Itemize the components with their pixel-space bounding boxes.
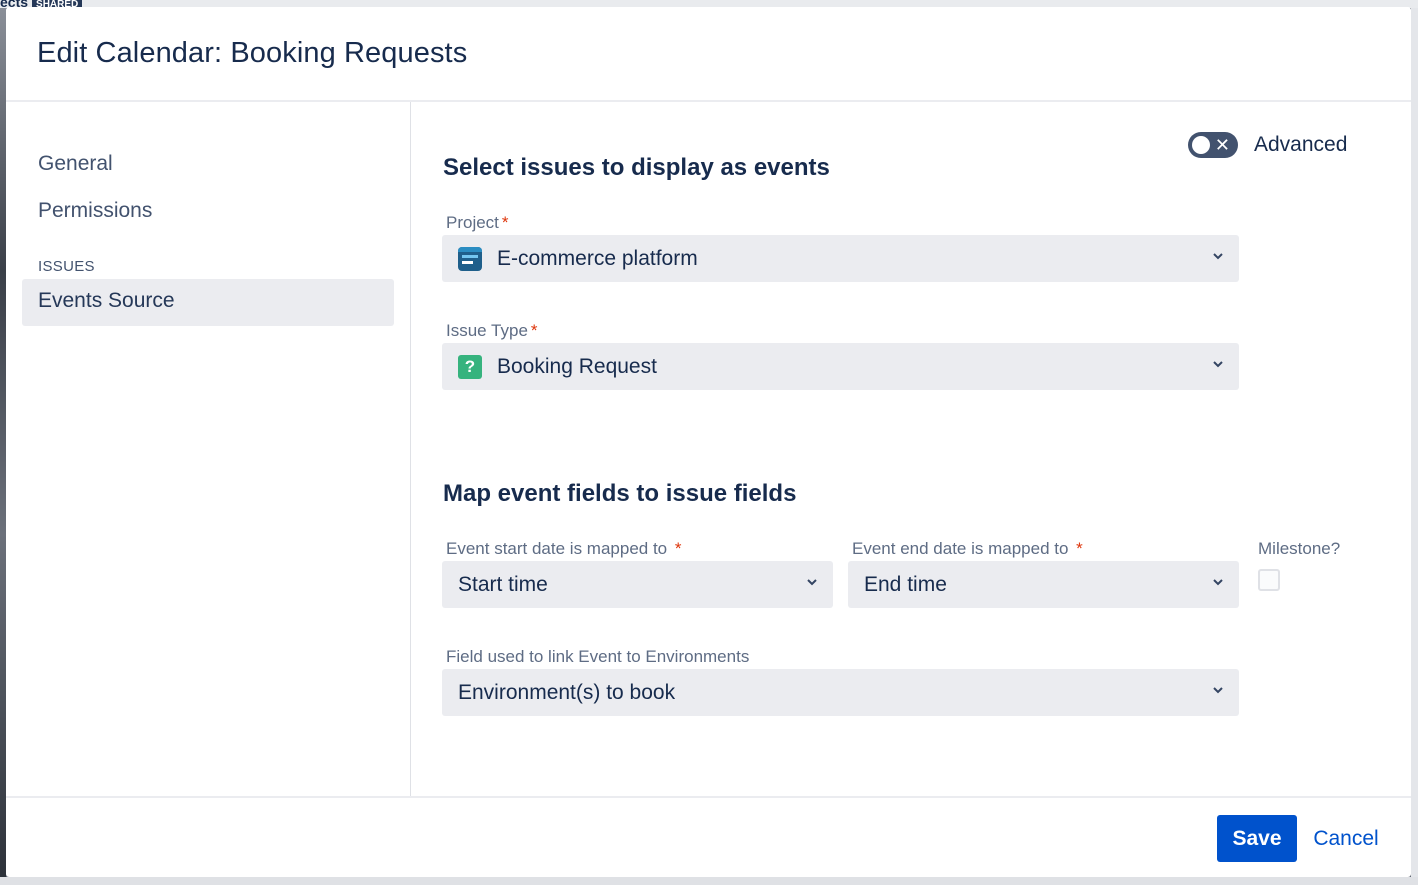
environment-field-select[interactable]: Environment(s) to book <box>442 669 1239 716</box>
chevron-down-icon <box>1213 361 1223 368</box>
advanced-toggle-group: ✕ Advanced <box>1188 132 1347 158</box>
end-date-label: Event end date is mapped to * <box>852 539 1083 558</box>
close-icon: ✕ <box>1214 135 1230 155</box>
advanced-toggle-label: Advanced <box>1254 133 1348 156</box>
toggle-knob <box>1192 136 1210 154</box>
events-source-panel: ✕ Advanced Select issues to display as e… <box>412 102 1411 796</box>
sidebar-section-issues: ISSUES <box>38 258 95 275</box>
chevron-down-icon <box>807 579 817 586</box>
save-button[interactable]: Save <box>1217 815 1297 862</box>
cancel-button[interactable]: Cancel <box>1304 815 1388 862</box>
select-issues-heading: Select issues to display as events <box>443 154 830 181</box>
edit-calendar-dialog: Edit Calendar: Booking Requests General … <box>6 7 1411 877</box>
environment-field-label: Field used to link Event to Environments <box>446 647 750 666</box>
issue-type-label: Issue Type * <box>446 321 538 340</box>
dialog-footer: Save Cancel <box>6 796 1411 877</box>
settings-sidebar: General Permissions ISSUES Events Source <box>6 102 411 796</box>
milestone-label: Milestone? <box>1258 539 1341 558</box>
sidebar-item-general[interactable]: General <box>22 142 394 189</box>
backdrop-bottom <box>0 877 1418 885</box>
chevron-down-icon <box>1213 253 1223 260</box>
project-icon <box>458 246 482 271</box>
end-date-select[interactable]: End time <box>848 561 1239 608</box>
issue-type-select[interactable]: ? Booking Request <box>442 343 1239 390</box>
advanced-toggle[interactable]: ✕ <box>1188 132 1238 158</box>
end-date-select-value: End time <box>864 572 947 596</box>
sidebar-item-events-source[interactable]: Events Source <box>22 279 394 326</box>
dialog-body: General Permissions ISSUES Events Source… <box>6 102 1411 796</box>
dialog-header: Edit Calendar: Booking Requests <box>6 7 1411 102</box>
sidebar-item-permissions[interactable]: Permissions <box>22 189 394 236</box>
map-fields-heading: Map event fields to issue fields <box>443 480 797 507</box>
project-select[interactable]: E-commerce platform <box>442 235 1239 282</box>
milestone-checkbox[interactable] <box>1258 569 1280 591</box>
start-date-select-value: Start time <box>458 572 548 596</box>
question-mark-icon: ? <box>458 354 482 379</box>
chevron-down-icon <box>1213 579 1223 586</box>
chevron-down-icon <box>1213 687 1223 694</box>
start-date-label: Event start date is mapped to * <box>446 539 682 558</box>
start-date-select[interactable]: Start time <box>442 561 833 608</box>
issue-type-select-value: Booking Request <box>497 354 657 378</box>
environment-field-select-value: Environment(s) to book <box>458 680 676 704</box>
project-label: Project * <box>446 213 509 232</box>
backdrop-right <box>1411 8 1418 885</box>
dialog-title: Edit Calendar: Booking Requests <box>37 37 468 69</box>
project-select-value: E-commerce platform <box>497 246 698 270</box>
